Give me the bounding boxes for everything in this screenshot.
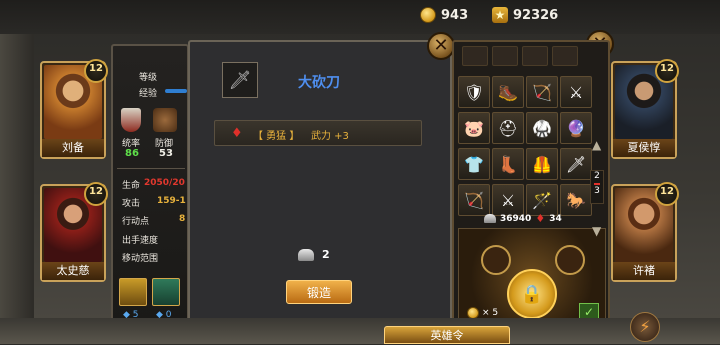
divider [117, 168, 185, 169]
socket-right[interactable] [555, 245, 585, 275]
shield-item-icon[interactable]: 🛡 [458, 76, 490, 108]
treasure-area: 🔒 × 5 ✓ [458, 228, 606, 326]
charm-item-icon[interactable]: 🔮 [560, 112, 592, 144]
gem-bonus: 武力 +3 [311, 131, 349, 142]
hero-card-taishici[interactable]: 12 太史慈 [40, 182, 108, 282]
hp-label: 生命 [122, 181, 141, 191]
level-label: 等级 [139, 73, 158, 83]
level-badge: 12 [655, 182, 679, 206]
page-total: 3 [594, 186, 600, 196]
broadsword-icon: 🗡 [228, 69, 252, 91]
material-cost: 2 [298, 248, 330, 261]
gold-coin-icon [420, 7, 436, 23]
bow-item-icon[interactable]: 🏹 [526, 76, 558, 108]
equip-slot[interactable] [492, 46, 518, 66]
skill-slot-1[interactable] [119, 278, 147, 306]
level-badge: 12 [84, 182, 108, 206]
defense-icon [153, 108, 177, 132]
hero-card-xuchu[interactable]: 12 许褚 [611, 182, 679, 282]
silver-ore-icon [298, 248, 314, 261]
bottom-bar [0, 318, 720, 344]
item-slot[interactable]: 🗡 [222, 62, 258, 98]
command-shield-icon [121, 108, 141, 132]
attack-label: 攻击 [122, 199, 141, 209]
plate-item-icon[interactable]: 🦺 [526, 148, 558, 180]
exp-label: 经验 [139, 89, 158, 99]
hero-card-liubei[interactable]: 12 刘备 [40, 59, 108, 159]
page-current: 2 [594, 171, 600, 181]
forge-close-button[interactable]: ✕ [427, 32, 455, 60]
star-amount: 92326 [513, 7, 559, 23]
horse-item-icon[interactable]: 🐎 [560, 184, 592, 216]
scroll-up-arrow-icon[interactable]: ▲ [592, 138, 601, 152]
silver-amount: 36940 [500, 213, 532, 224]
mount-item-icon[interactable]: 🐷 [458, 112, 490, 144]
page-scroller: ▲ 2 3 ▼ [590, 138, 606, 238]
hero-name: 夏侯惇 [613, 139, 675, 157]
speed-label: 出手速度 [122, 236, 159, 246]
star-icon: ★ [492, 7, 508, 23]
stats-panel: 等级 经验 统率 防御 86 53 生命 2050/20 攻击 159-1 行动… [111, 44, 189, 326]
gold-counter: 943 [420, 7, 468, 23]
skill-slot-2[interactable] [152, 278, 180, 306]
hero-name: 太史慈 [42, 262, 104, 280]
silver-ore-icon [484, 214, 496, 223]
defense-value: 53 [159, 148, 173, 159]
forge-button[interactable]: 锻造 [286, 280, 352, 304]
inventory-grid: 🛡 🥾 🏹 ⚔ 🐷 ⛑ 🥋 🔮 👕 👢 🦺 🗡 🏹 ⚔ 🪄 🐎 [458, 76, 592, 216]
level-badge: 12 [655, 59, 679, 83]
ruby-gem-icon: ♦ [231, 126, 243, 141]
blade-item-icon[interactable]: 🗡 [560, 148, 592, 180]
star-counter: ★ 92326 [492, 7, 558, 23]
attack-value: 159-1 [157, 196, 186, 206]
page-indicator: 2 3 [590, 170, 604, 204]
inventory-panel: 🛡 🥾 🏹 ⚔ 🐷 ⛑ 🥋 🔮 👕 👢 🦺 🗡 🏹 ⚔ 🪄 🐎 36940 ♦ … [452, 40, 610, 330]
page-separator [594, 183, 600, 185]
forge-panel: 🗡 大砍刀 ♦ 【 勇猛 】 武力 +3 2 锻造 [188, 40, 452, 328]
command-value: 86 [125, 148, 139, 159]
hero-name: 许褚 [613, 262, 675, 280]
action-label: 行动点 [122, 217, 150, 227]
material-count: 2 [322, 248, 330, 261]
socket-left[interactable] [481, 245, 511, 275]
cloth-item-icon[interactable]: 👕 [458, 148, 490, 180]
spear-item-icon[interactable]: ⚔ [560, 76, 592, 108]
helmet-item-icon[interactable]: ⛑ [492, 112, 524, 144]
boots-item-icon[interactable]: 👢 [492, 148, 524, 180]
scroll-down-arrow-icon[interactable]: ▼ [592, 224, 601, 238]
equip-slot[interactable] [462, 46, 488, 66]
lock-icon[interactable]: 🔒 [507, 269, 557, 319]
hp-value: 2050/20 [144, 178, 185, 188]
action-value: 8 [179, 214, 186, 224]
token-amount: × 5 [482, 308, 499, 318]
inventory-resources: 36940 ♦ 34 [484, 212, 562, 225]
hero-card-xiahoudun[interactable]: 12 夏侯惇 [611, 59, 679, 159]
exp-bar [165, 89, 187, 93]
hero-token-tab[interactable]: 英雄令 [384, 326, 510, 344]
top-bar [0, 0, 720, 34]
hero-name: 刘备 [42, 139, 104, 157]
close-icon: ✕ [433, 35, 449, 56]
gem-row: ♦ 【 勇猛 】 武力 +3 [214, 120, 422, 146]
battle-horn-icon[interactable]: ⚡ [630, 312, 660, 342]
item-name: 大砍刀 [298, 75, 340, 91]
gem-label: 【 勇猛 】 [253, 131, 300, 142]
equip-slot[interactable] [522, 46, 548, 66]
gem-amount: 34 [549, 213, 562, 224]
boot-item-icon[interactable]: 🥾 [492, 76, 524, 108]
armor-item-icon[interactable]: 🥋 [526, 112, 558, 144]
range-label: 移动范围 [122, 254, 159, 264]
gold-amount: 943 [441, 7, 469, 23]
level-badge: 12 [84, 59, 108, 83]
left-frame [0, 34, 34, 344]
red-gem-icon: ♦ [535, 212, 546, 225]
equip-slot[interactable] [552, 46, 578, 66]
